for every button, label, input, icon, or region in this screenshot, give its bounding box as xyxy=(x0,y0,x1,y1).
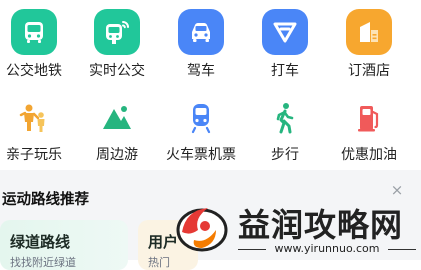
service-realtime-bus[interactable]: 实时公交 xyxy=(75,4,159,84)
service-label: 步行 xyxy=(271,147,299,163)
watermark: 益润攻略网 www.yirunnuo.com xyxy=(172,198,421,260)
watermark-url: www.yirunnuo.com xyxy=(238,242,416,255)
service-fuel-deals[interactable]: 优惠加油 xyxy=(327,90,411,170)
service-drive[interactable]: 驾车 xyxy=(159,4,243,84)
service-row-2: 亲子玩乐 周边游 火车票机票 步行 优惠加油 xyxy=(0,90,421,170)
route-card-greenway[interactable]: 绿道路线 找找附近绿道 xyxy=(0,220,128,270)
fuel-icon xyxy=(346,95,392,141)
service-label: 驾车 xyxy=(187,63,215,79)
service-label: 火车票机票 xyxy=(166,147,236,163)
watermark-title: 益润攻略网 xyxy=(238,206,404,244)
hotel-icon xyxy=(346,9,392,55)
service-label: 亲子玩乐 xyxy=(6,147,62,163)
realtime-bus-icon xyxy=(94,9,140,55)
section-title: 运动路线推荐 xyxy=(2,192,89,208)
walk-icon xyxy=(262,95,308,141)
service-label: 周边游 xyxy=(96,147,138,163)
mountain-icon xyxy=(94,95,140,141)
service-label: 打车 xyxy=(271,63,299,79)
train-icon xyxy=(178,95,224,141)
service-hotel[interactable]: 订酒店 xyxy=(327,4,411,84)
bus-icon xyxy=(11,9,57,55)
close-icon[interactable]: × xyxy=(389,182,405,198)
service-row-1: 公交地铁 实时公交 驾车 打车 订酒店 xyxy=(0,4,421,84)
service-train-flight[interactable]: 火车票机票 xyxy=(159,90,243,170)
watermark-logo-icon xyxy=(172,200,236,256)
service-label: 订酒店 xyxy=(348,63,390,79)
service-family-fun[interactable]: 亲子玩乐 xyxy=(0,90,76,170)
service-bus-metro[interactable]: 公交地铁 xyxy=(0,4,76,84)
car-icon xyxy=(178,9,224,55)
card-subtitle: 热门 xyxy=(148,256,170,269)
card-subtitle: 找找附近绿道 xyxy=(10,256,76,269)
service-label: 优惠加油 xyxy=(341,147,397,163)
card-title: 绿道路线 xyxy=(10,233,71,251)
family-icon xyxy=(11,95,57,141)
service-nearby-trip[interactable]: 周边游 xyxy=(75,90,159,170)
service-taxi[interactable]: 打车 xyxy=(243,4,327,84)
service-walk[interactable]: 步行 xyxy=(243,90,327,170)
service-label: 实时公交 xyxy=(89,63,145,79)
taxi-icon xyxy=(262,9,308,55)
service-label: 公交地铁 xyxy=(6,63,62,79)
